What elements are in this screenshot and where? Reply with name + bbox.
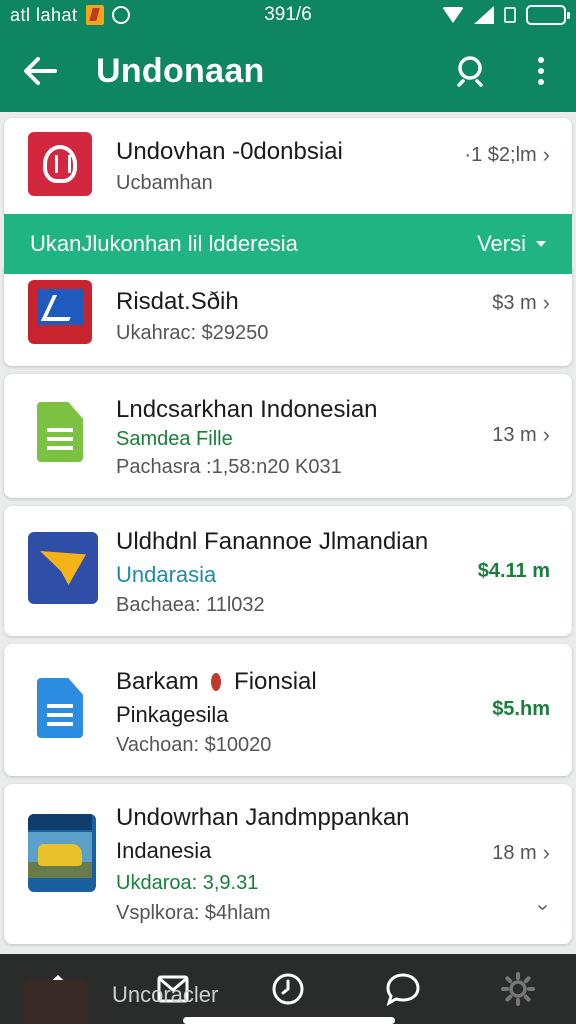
home-indicator[interactable] xyxy=(183,1017,395,1024)
item-subtitle: Samdea Fille xyxy=(116,428,233,450)
nav-chat[interactable] xyxy=(368,954,438,1024)
item-subtitle: Undarasia xyxy=(116,562,217,587)
list-item[interactable]: Barkam Fionsial Pinkagesila Vachoan: $10… xyxy=(4,644,572,776)
item-value: 13 m xyxy=(492,423,537,446)
notification-icon xyxy=(85,5,104,25)
chevron-right-icon: › xyxy=(542,422,550,447)
item-title: Undovhan -0donbsiai xyxy=(116,138,343,165)
item-title: Uldhdnl Fanannoe Jlmandian xyxy=(116,528,429,555)
car-photo-icon xyxy=(28,814,96,892)
gear-icon xyxy=(501,972,536,1006)
item-detail: Bachaea: 11l032 xyxy=(116,594,265,616)
list-item[interactable]: Lndcsarkhan Indonesian Samdea Fille Pach… xyxy=(4,374,572,498)
search-button[interactable] xyxy=(436,30,506,112)
item-subtitle: Indanesia xyxy=(116,838,212,863)
item-title: Risdat.Sðih xyxy=(116,288,239,315)
chat-bubble-icon xyxy=(386,973,420,1006)
item-detail: Ukdaroa: 3,9.31 xyxy=(116,872,259,894)
sync-icon xyxy=(111,6,130,24)
item-subtitle: Pinkagesila xyxy=(116,702,229,727)
chevron-down-icon[interactable]: › xyxy=(531,904,554,911)
mail-icon xyxy=(157,975,189,1003)
clock-icon xyxy=(272,973,304,1005)
banner-text: UkanJlukonhan lil ldderesia xyxy=(30,231,298,256)
item-title: Barkam Fionsial xyxy=(116,668,317,695)
item-detail: Pachasra :1,58:n20 K031 xyxy=(116,456,342,478)
item-price: Vsplkora: $4hlam xyxy=(116,902,271,924)
item-value: $5.hm xyxy=(492,698,550,720)
list-item[interactable]: Undowrhan Jandmppankan Indanesia Ukdaroa… xyxy=(4,784,572,944)
list-item[interactable]: Uldhdnl Fanannoe Jlmandian Undarasia Bac… xyxy=(4,506,572,636)
nav-settings[interactable] xyxy=(483,954,553,1024)
item-subtitle: Ukahrac: $29250 xyxy=(116,322,269,344)
nav-history[interactable] xyxy=(253,954,323,1024)
status-bar: atl lahat 391/6 xyxy=(0,0,576,30)
search-icon xyxy=(457,56,483,87)
item-value: 18 m xyxy=(492,841,537,864)
more-options-button[interactable] xyxy=(506,30,576,112)
item-subtitle: Ucbamhan xyxy=(116,172,213,194)
language-banner[interactable]: UkanJlukonhan lil ldderesia Versi xyxy=(4,214,572,274)
version-dropdown[interactable]: Versi xyxy=(477,231,546,257)
item-value: $3 m xyxy=(492,291,537,314)
item-detail: Vachoan: $10020 xyxy=(116,734,272,756)
item-title: Undowrhan Jandmppankan xyxy=(116,804,410,831)
signal-icon xyxy=(474,6,494,24)
peek-item-icon xyxy=(24,980,88,1024)
arrow-left-icon xyxy=(24,57,57,85)
list-item[interactable]: Undovhan -0donbsiai Ucbamhan ·1 $2;lm › xyxy=(4,118,572,218)
chevron-right-icon: › xyxy=(542,290,550,315)
chevron-right-icon: › xyxy=(542,142,550,167)
chevron-down-icon xyxy=(536,241,546,247)
item-value: ·1 $2;lm xyxy=(464,143,537,166)
wifi-icon xyxy=(442,7,464,23)
more-vertical-icon xyxy=(538,57,544,85)
list-item[interactable]: Risdat.Sðih Ukahrac: $29250 $3 m › xyxy=(4,262,572,366)
app-bar: Undonaan xyxy=(0,30,576,112)
chart-app-icon xyxy=(28,280,92,344)
pin-icon xyxy=(211,673,222,691)
paper-plane-icon xyxy=(28,532,98,604)
red-emblem-icon xyxy=(28,132,92,196)
blue-document-icon xyxy=(28,676,92,740)
version-label: Versi xyxy=(477,231,526,256)
green-document-icon xyxy=(28,400,92,464)
chevron-right-icon: › xyxy=(542,840,550,865)
page-title: Undonaan xyxy=(96,51,265,90)
item-title: Lndcsarkhan Indonesian xyxy=(116,396,378,423)
carrier-label: atl lahat xyxy=(10,4,78,25)
item-value: $4.11 m xyxy=(477,560,550,582)
battery-icon xyxy=(526,5,570,25)
nav-inbox[interactable] xyxy=(138,954,208,1024)
sim-icon xyxy=(504,7,516,23)
back-button[interactable] xyxy=(0,30,80,112)
